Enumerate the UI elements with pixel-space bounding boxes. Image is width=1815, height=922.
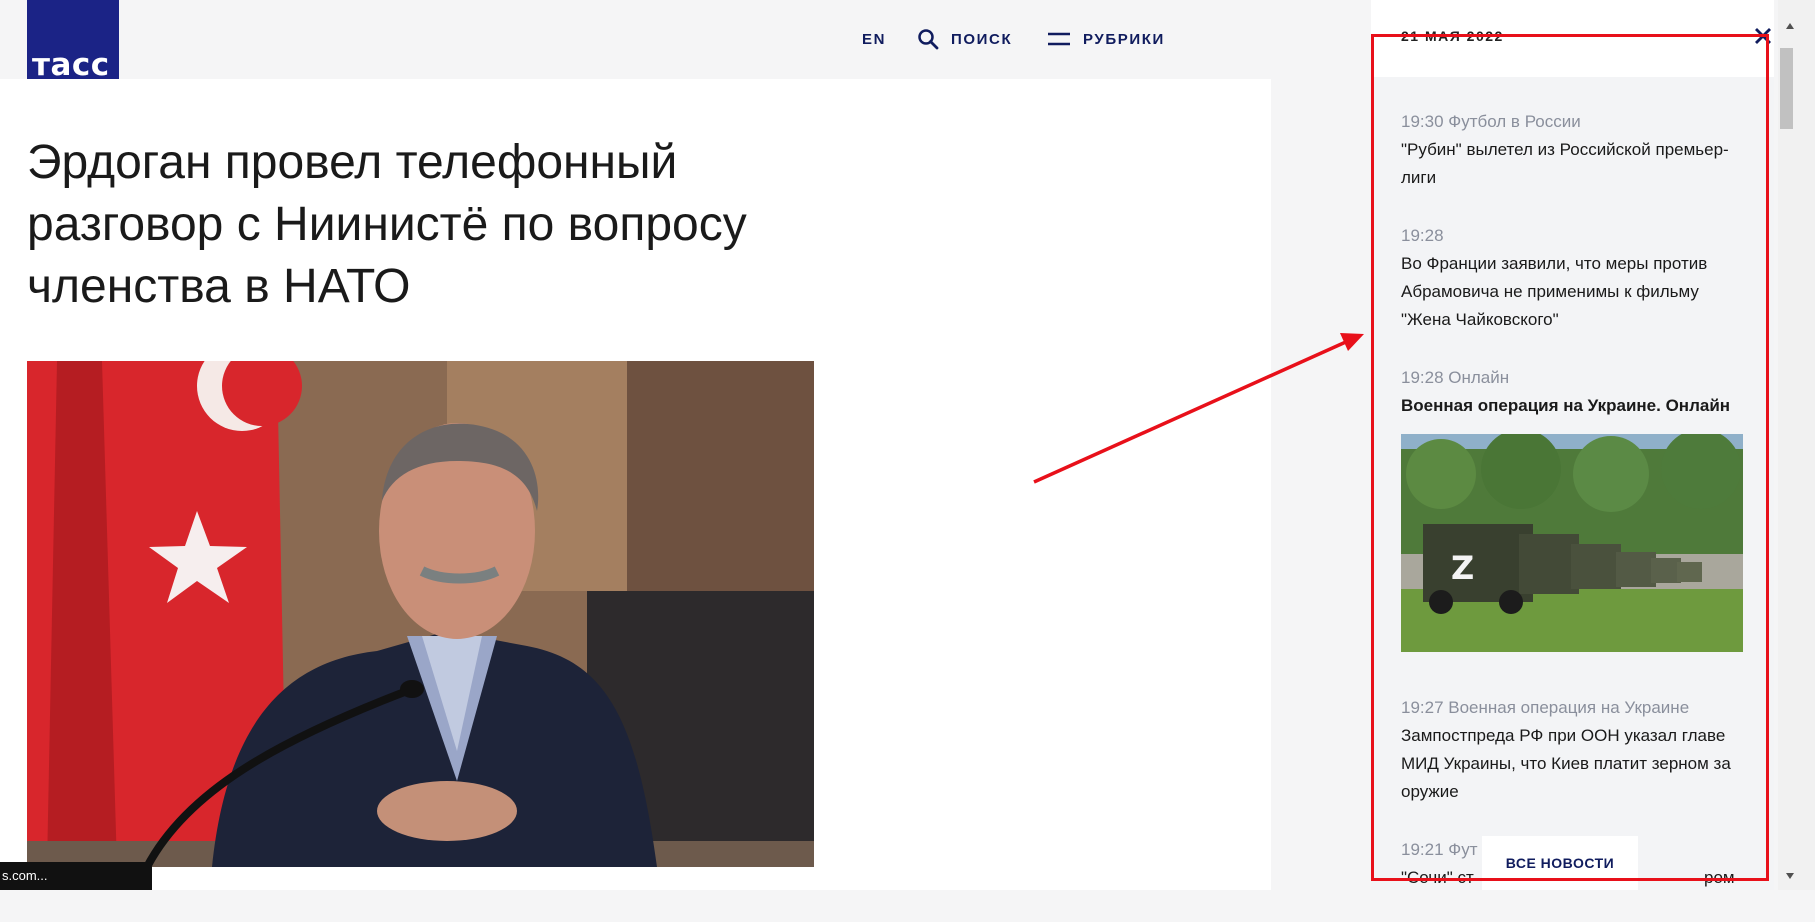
menu-icon (1048, 32, 1070, 46)
lang-label: EN (862, 30, 887, 48)
article-photo-illustration (27, 361, 814, 867)
search-icon (918, 29, 939, 50)
rubrics-button[interactable]: РУБРИКИ (1047, 27, 1165, 51)
browser-status-bar: s.com... (0, 862, 152, 890)
rubrics-label: РУБРИКИ (1083, 30, 1165, 48)
scroll-down-arrow-icon[interactable] (1785, 872, 1795, 880)
scrollbar-track[interactable] (1778, 0, 1815, 890)
article-photo[interactable] (27, 361, 814, 867)
annotation-highlight-box (1371, 34, 1769, 881)
logo-text: тасс (32, 47, 110, 83)
scrollbar-thumb[interactable] (1780, 48, 1793, 129)
article-headline: Эрдоган провел телефонный разговор с Нии… (27, 136, 747, 313)
scroll-up-arrow-icon[interactable] (1785, 22, 1795, 30)
search-button[interactable]: ПОИСК (917, 27, 1012, 51)
tass-logo[interactable]: тасс (27, 0, 119, 89)
search-label: ПОИСК (951, 30, 1013, 48)
language-switch-en[interactable]: EN (862, 27, 886, 51)
